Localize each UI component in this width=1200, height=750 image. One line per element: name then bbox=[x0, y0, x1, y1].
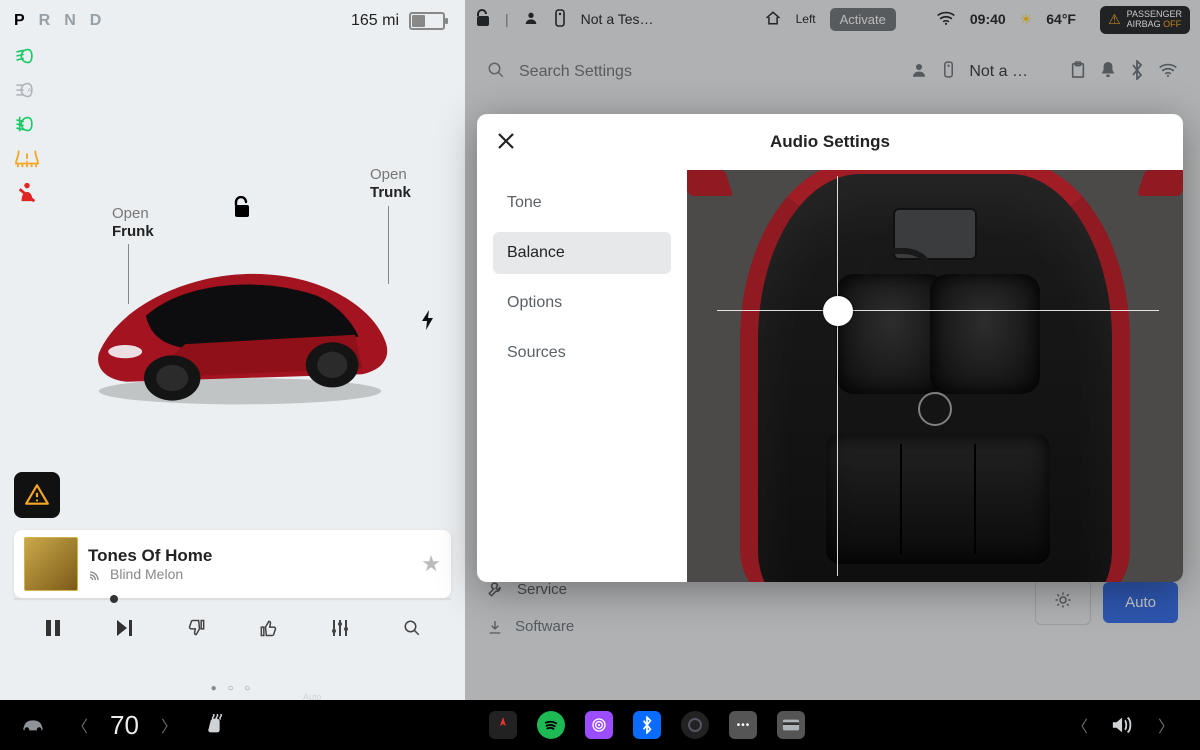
vehicle-status-pane: P R N D 165 mi A Open Frunk Open Trunk bbox=[0, 0, 465, 700]
thumbs-down-button[interactable] bbox=[178, 618, 216, 644]
tab-balance[interactable]: Balance bbox=[493, 232, 671, 274]
fog-light-icon bbox=[14, 114, 40, 134]
seatbelt-warning-icon bbox=[14, 182, 40, 202]
audio-tabs: Tone Balance Options Sources bbox=[477, 170, 687, 582]
range-remaining: 165 mi bbox=[351, 12, 399, 30]
driver-temp-control: 〈 70 〉 bbox=[66, 710, 183, 741]
search-media-button[interactable] bbox=[393, 619, 431, 643]
gear-n: N bbox=[64, 12, 76, 30]
battery-icon bbox=[409, 12, 445, 30]
spotify-app-button[interactable] bbox=[537, 711, 565, 739]
now-playing-card[interactable]: Tones Of Home Blind Melon ★ bbox=[14, 530, 451, 598]
all-apps-button[interactable]: ••• bbox=[729, 711, 757, 739]
tab-sources[interactable]: Sources bbox=[493, 332, 671, 374]
car-controls-button[interactable] bbox=[20, 712, 46, 738]
thumbs-up-button[interactable] bbox=[249, 618, 287, 644]
svg-text:A: A bbox=[27, 87, 32, 94]
source-cast-icon bbox=[88, 566, 104, 582]
volume-control: 〈 〉 bbox=[1066, 712, 1180, 738]
media-progress[interactable] bbox=[14, 598, 451, 600]
temp-down-button[interactable]: 〈 bbox=[66, 713, 94, 737]
balance-handle[interactable] bbox=[823, 296, 853, 326]
modal-title: Audio Settings bbox=[770, 132, 890, 152]
balance-center-marker bbox=[918, 392, 952, 426]
tab-options[interactable]: Options bbox=[493, 282, 671, 324]
close-icon bbox=[497, 132, 515, 150]
recent-app-button[interactable] bbox=[777, 711, 805, 739]
media-controls bbox=[14, 612, 451, 650]
alerts-button[interactable] bbox=[14, 472, 60, 518]
telltale-stack: A bbox=[14, 46, 40, 202]
album-art bbox=[24, 537, 78, 591]
equalizer-button[interactable] bbox=[321, 619, 359, 643]
close-button[interactable] bbox=[497, 132, 515, 156]
podcasts-app-button[interactable] bbox=[585, 711, 613, 739]
volume-icon[interactable] bbox=[1110, 712, 1136, 738]
volume-down-button[interactable]: 〈 bbox=[1066, 713, 1094, 737]
page-dots: ● ○ ○ bbox=[0, 683, 465, 694]
track-title: Tones Of Home bbox=[88, 546, 421, 566]
cabin-temp[interactable]: 70 bbox=[110, 710, 139, 741]
bottom-dock: 〈 70 〉 ••• 〈 〉 bbox=[0, 700, 1200, 750]
auto-high-beam-icon: A bbox=[14, 80, 40, 100]
bluetooth-app-button[interactable] bbox=[633, 711, 661, 739]
tab-tone[interactable]: Tone bbox=[493, 182, 671, 224]
next-track-button[interactable] bbox=[106, 619, 144, 643]
dashcam-app-button[interactable] bbox=[681, 711, 709, 739]
gear-d: D bbox=[90, 12, 102, 30]
balance-fade-pad[interactable] bbox=[687, 170, 1183, 582]
temp-up-button[interactable]: 〉 bbox=[155, 713, 183, 737]
headlight-low-beam-icon bbox=[14, 46, 40, 66]
gear-r: R bbox=[39, 12, 51, 30]
favorite-star-icon[interactable]: ★ bbox=[421, 551, 441, 577]
tire-pressure-warning-icon bbox=[14, 148, 40, 168]
pause-button[interactable] bbox=[34, 619, 72, 643]
vehicle-render bbox=[40, 170, 440, 470]
gear-p: P bbox=[14, 12, 25, 30]
seat-heater-driver-button[interactable] bbox=[203, 712, 229, 738]
gear-selector: P R N D bbox=[14, 12, 101, 30]
audio-settings-modal: Audio Settings Tone Balance Options Sour… bbox=[477, 114, 1183, 582]
volume-up-button[interactable]: 〉 bbox=[1152, 713, 1180, 737]
track-artist: Blind Melon bbox=[88, 566, 421, 582]
nav-app-button[interactable] bbox=[489, 711, 517, 739]
